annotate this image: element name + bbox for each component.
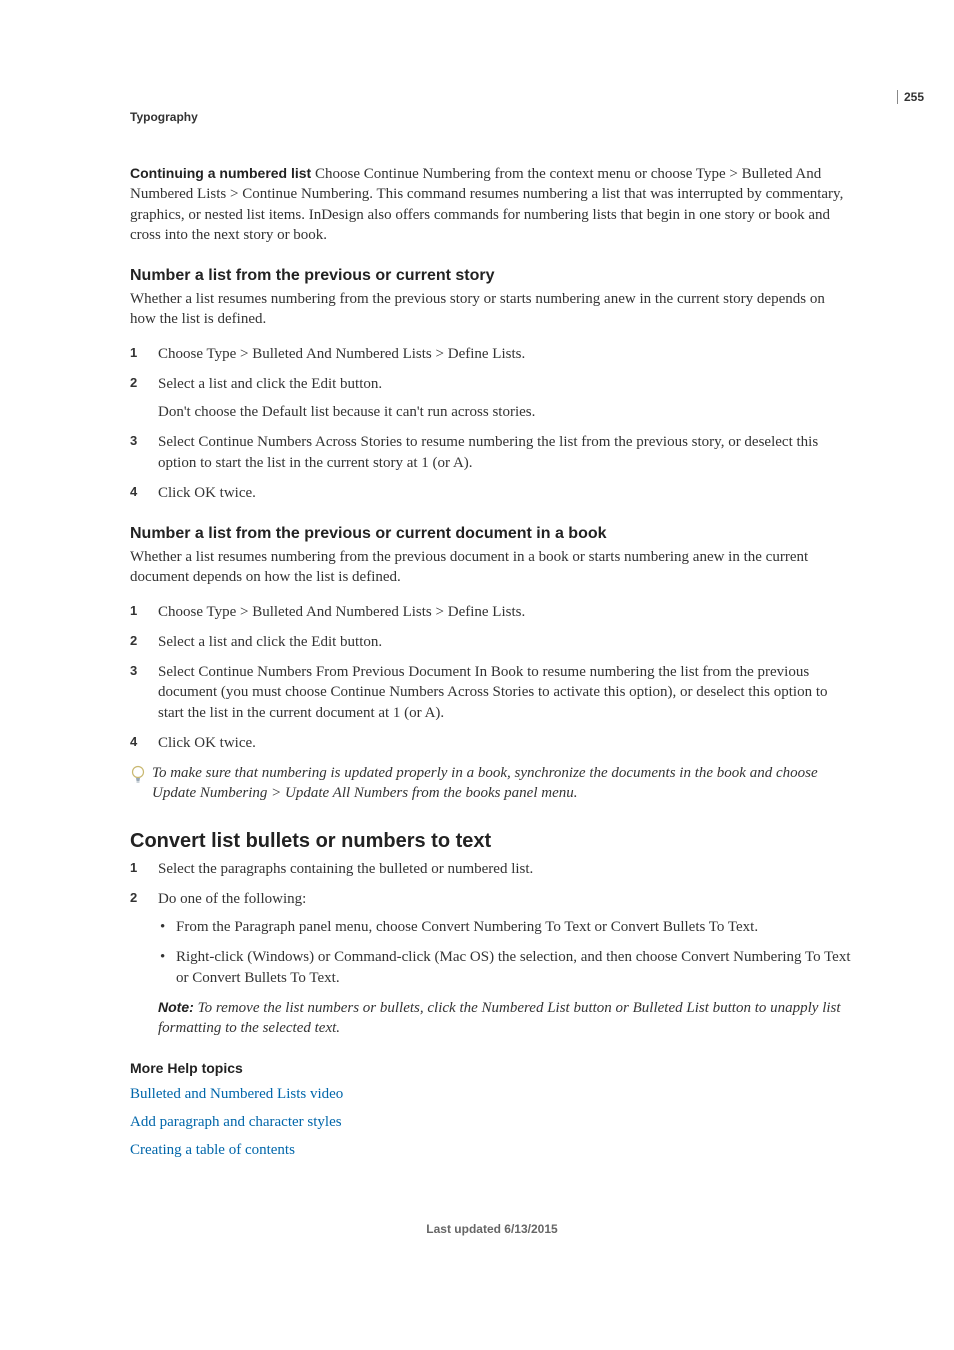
step-text: Click OK twice. <box>158 485 256 501</box>
intro-number-story: Whether a list resumes numbering from th… <box>130 289 854 330</box>
tip-text: To make sure that numbering is updated p… <box>152 763 854 804</box>
note-text: To remove the list numbers or bullets, c… <box>158 1000 841 1036</box>
step-number: 2 <box>130 632 137 650</box>
tip-sync-numbering: To make sure that numbering is updated p… <box>130 763 854 804</box>
step-item: 2 Do one of the following: From the Para… <box>130 889 854 1039</box>
step-item: 4 Click OK twice. <box>130 483 854 503</box>
step-text: Select Continue Numbers From Previous Do… <box>158 664 828 721</box>
step-item: 1 Choose Type > Bulleted And Numbered Li… <box>130 602 854 622</box>
footer-last-updated: Last updated 6/13/2015 <box>130 1222 854 1236</box>
intro-number-book: Whether a list resumes numbering from th… <box>130 547 854 588</box>
link-bulleted-video[interactable]: Bulleted and Numbered Lists video <box>130 1082 854 1106</box>
step-number: 1 <box>130 859 137 877</box>
paragraph-continuing: Continuing a numbered list Choose Contin… <box>130 164 854 245</box>
step-text: Select the paragraphs containing the bul… <box>158 861 533 877</box>
note-label: Note: <box>158 999 198 1015</box>
sub-bullets: From the Paragraph panel menu, choose Co… <box>158 917 854 988</box>
steps-number-book: 1 Choose Type > Bulleted And Numbered Li… <box>130 602 854 754</box>
list-item: From the Paragraph panel menu, choose Co… <box>158 917 854 937</box>
step-item: 4 Click OK twice. <box>130 733 854 753</box>
link-toc[interactable]: Creating a table of contents <box>130 1138 854 1162</box>
step-number: 3 <box>130 432 137 450</box>
step-text: Select a list and click the Edit button. <box>158 376 382 392</box>
step-number: 4 <box>130 733 137 751</box>
step-number: 1 <box>130 602 137 620</box>
step-text: Select Continue Numbers Across Stories t… <box>158 434 818 470</box>
step-item: 1 Choose Type > Bulleted And Numbered Li… <box>130 344 854 364</box>
list-item: Right-click (Windows) or Command-click (… <box>158 947 854 988</box>
step-number: 3 <box>130 662 137 680</box>
step-item: 1 Select the paragraphs containing the b… <box>130 859 854 879</box>
step-number: 4 <box>130 483 137 501</box>
lightbulb-icon <box>130 765 148 791</box>
lead-in-label: Continuing a numbered list <box>130 165 311 181</box>
step-text: Do one of the following: <box>158 891 306 907</box>
step-number: 1 <box>130 344 137 362</box>
step-text: Select a list and click the Edit button. <box>158 634 382 650</box>
step-number: 2 <box>130 374 137 392</box>
page-number: 255 <box>897 90 924 104</box>
more-help-heading: More Help topics <box>130 1060 854 1076</box>
step-text: Choose Type > Bulleted And Numbered List… <box>158 346 525 362</box>
step-item: 3 Select Continue Numbers Across Stories… <box>130 432 854 473</box>
step-item: 2 Select a list and click the Edit butto… <box>130 374 854 423</box>
step-item: 2 Select a list and click the Edit butto… <box>130 632 854 652</box>
steps-convert-list: 1 Select the paragraphs containing the b… <box>130 859 854 1039</box>
section-header: Typography <box>130 110 854 124</box>
heading-number-story: Number a list from the previous or curre… <box>130 267 854 285</box>
steps-number-story: 1 Choose Type > Bulleted And Numbered Li… <box>130 344 854 504</box>
step-subtext: Don't choose the Default list because it… <box>158 402 854 422</box>
step-item: 3 Select Continue Numbers From Previous … <box>130 662 854 723</box>
step-number: 2 <box>130 889 137 907</box>
step-text: Choose Type > Bulleted And Numbered List… <box>158 604 525 620</box>
note-remove-bullets: Note: To remove the list numbers or bull… <box>158 998 854 1039</box>
step-text: Click OK twice. <box>158 735 256 751</box>
heading-convert-list: Convert list bullets or numbers to text <box>130 830 854 853</box>
link-add-styles[interactable]: Add paragraph and character styles <box>130 1110 854 1134</box>
heading-number-book: Number a list from the previous or curre… <box>130 525 854 543</box>
